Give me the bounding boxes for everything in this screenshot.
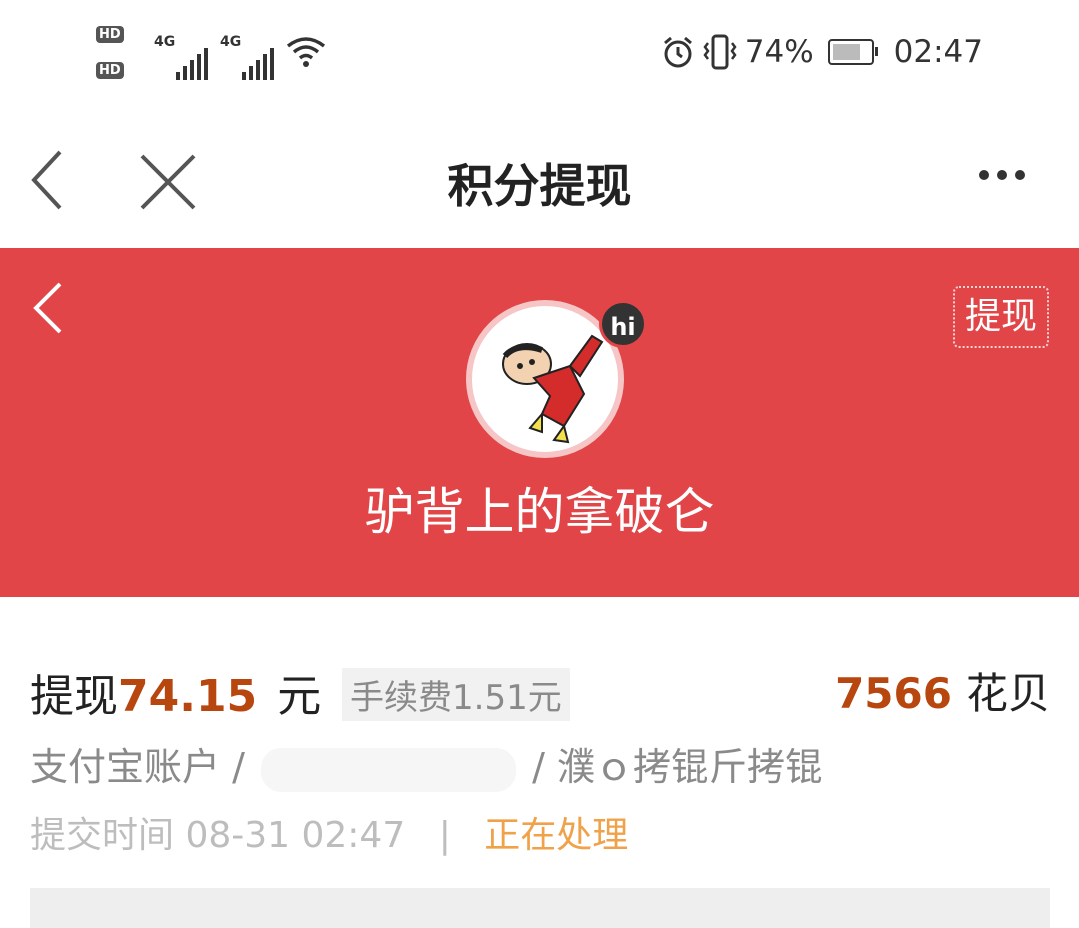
- username: 驴背上的拿破仑: [364, 483, 715, 541]
- separator: |: [438, 815, 451, 856]
- account-row: 支付宝账户 / / 濮ｏ拷锟斤拷锟: [30, 736, 823, 792]
- nav-bar: 积分提现: [0, 120, 1079, 240]
- withdrawal-label: 提现: [30, 671, 118, 722]
- submit-time: 提交时间 08-31 02:47: [30, 815, 406, 856]
- alarm-icon: [663, 36, 692, 68]
- vibrate-icon: [703, 34, 737, 70]
- points-unit: 花贝: [965, 669, 1050, 718]
- hd-sim2-icon: HD: [96, 62, 124, 79]
- points-value: 7566: [835, 669, 952, 718]
- status-time: 02:47: [893, 34, 983, 70]
- hi-badge: hi: [599, 300, 647, 348]
- battery-percent: 74%: [744, 34, 814, 70]
- more-options-icon[interactable]: [979, 160, 1039, 190]
- profile-banner: 提现 hi 驴背上的拿破仑: [0, 248, 1079, 597]
- withdrawal-amount-unit: 元: [277, 671, 322, 722]
- masked-account-number: [260, 747, 516, 792]
- avatar-cartoon-image: [502, 334, 604, 444]
- submit-time-row: 提交时间 08-31 02:47 | 正在处理: [30, 806, 628, 858]
- account-name: / 濮ｏ拷锟斤拷锟: [532, 745, 823, 789]
- withdrawal-amount-value: 74.15: [118, 671, 258, 722]
- withdrawal-summary-row: 提现74.15 元 手续费1.51元 7566 花贝: [30, 660, 1050, 722]
- fee-badge: 手续费1.51元: [342, 668, 570, 721]
- wifi-icon: [286, 37, 326, 67]
- account-prefix: 支付宝账户 /: [30, 745, 245, 789]
- status-bar-right: 74% 02:47: [661, 30, 983, 74]
- battery-icon: [827, 39, 878, 65]
- page-title: 积分提现: [447, 159, 632, 213]
- status-bar: HD HD 4G 4G 74% 02:47: [0, 0, 1079, 110]
- points-spent: 7566 花贝: [835, 660, 1050, 721]
- withdraw-button[interactable]: 提现: [952, 286, 1049, 348]
- withdrawal-amount: 提现74.15 元: [30, 660, 321, 724]
- detail-panel: [30, 888, 1050, 928]
- hd-sim1-icon: HD: [96, 26, 124, 43]
- status-badge: 正在处理: [484, 815, 629, 856]
- banner-back-icon[interactable]: [30, 280, 66, 336]
